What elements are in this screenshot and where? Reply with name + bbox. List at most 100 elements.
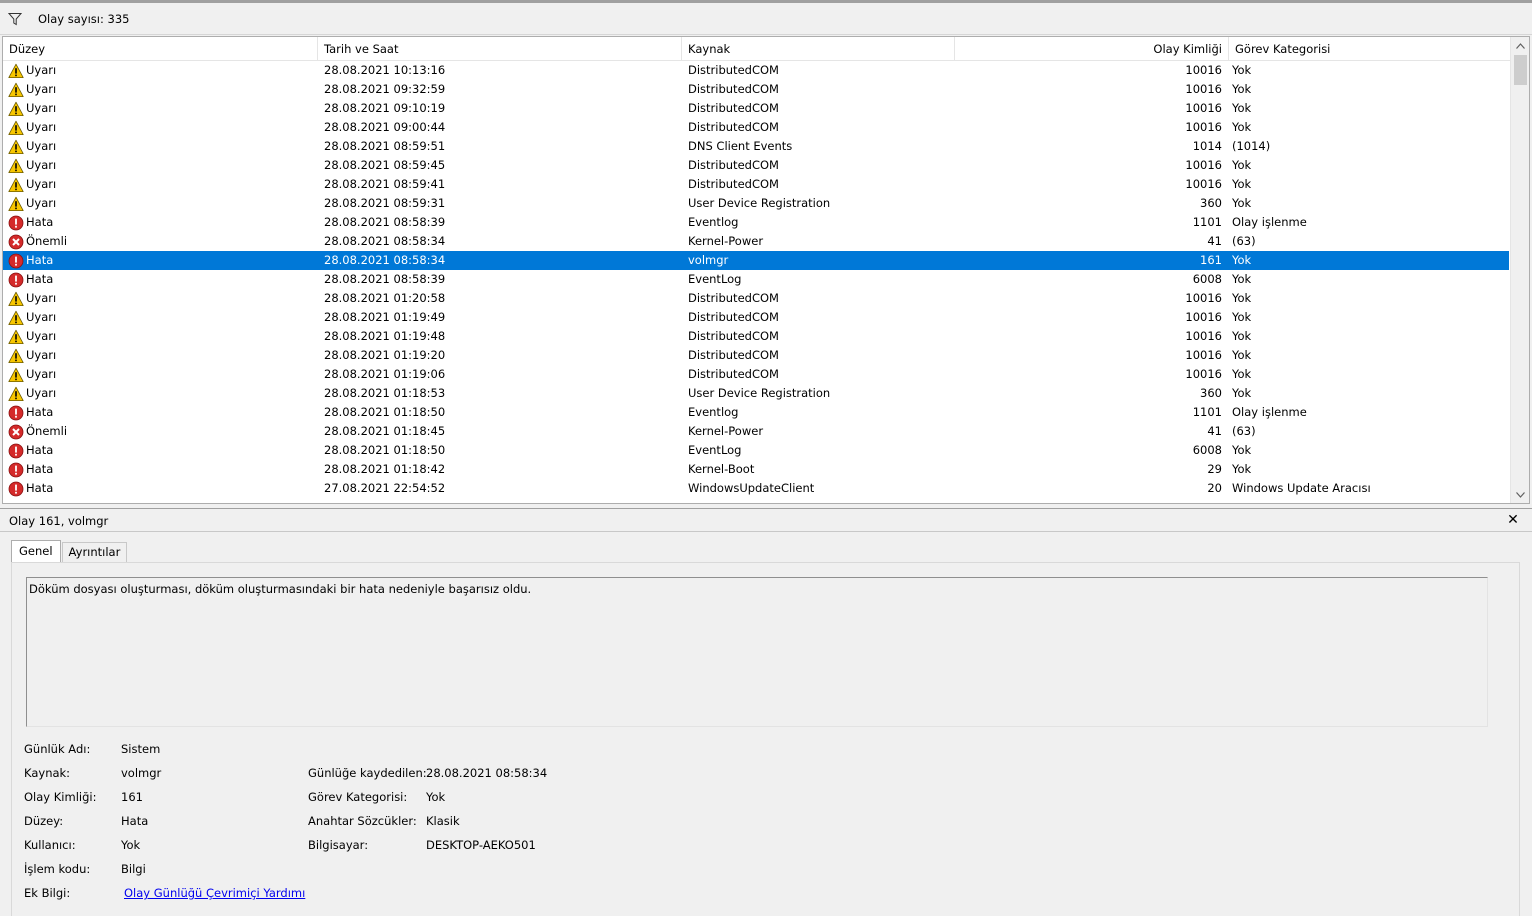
row-level-text: Uyarı [26,386,57,400]
warning-icon [8,310,24,326]
row-source: DistributedCOM [688,63,779,77]
critical-icon [8,234,24,250]
row-date: 28.08.2021 01:18:50 [324,443,446,457]
row-event-id: 29 [1207,462,1222,476]
row-date: 28.08.2021 08:58:34 [324,234,446,248]
row-task-category: Yok [1232,158,1252,172]
table-row[interactable]: Hata 28.08.2021 01:18:42 Kernel-Boot 29 Yok [3,460,1509,479]
row-date: 28.08.2021 01:19:20 [324,348,446,362]
table-row[interactable]: Hata 28.08.2021 08:58:39 EventLog 6008 Yok [3,270,1509,289]
tab-general[interactable]: Genel [11,540,61,563]
table-row[interactable]: Uyarı 28.08.2021 01:19:49 DistributedCOM 10… [3,308,1509,327]
row-date: 28.08.2021 01:19:49 [324,310,446,324]
row-source: Eventlog [688,405,739,419]
row-source: volmgr [688,253,729,267]
scrollbar-thumb[interactable] [1514,55,1527,85]
row-task-category: Yok [1232,291,1252,305]
column-header-date[interactable]: Tarih ve Saat [318,37,682,61]
row-level-text: Hata [26,443,54,457]
online-help-link[interactable]: Olay Günlüğü Çevrimiçi Yardımı [124,886,305,900]
source-label: Kaynak: [24,766,71,780]
table-row[interactable]: Uyarı 28.08.2021 01:20:58 DistributedCOM 10… [3,289,1509,308]
logged-value: 28.08.2021 08:58:34 [426,766,548,780]
table-row[interactable]: Uyarı 28.08.2021 08:59:31 User Device Regi… [3,194,1509,213]
table-row[interactable]: Uyarı 28.08.2021 08:59:45 DistributedCOM 10… [3,156,1509,175]
row-level-text: Hata [26,462,54,476]
row-task-category: Yok [1232,82,1252,96]
row-source: Eventlog [688,215,739,229]
events-grid[interactable]: Düzey Tarih ve Saat Kaynak Olay Kimliği … [2,36,1530,504]
row-source: DistributedCOM [688,158,779,172]
table-row[interactable]: Hata 27.08.2021 22:54:52 WindowsUpdateClie… [3,479,1509,498]
pane-splitter[interactable] [0,504,1532,509]
row-source: DistributedCOM [688,82,779,96]
scroll-up-icon[interactable] [1511,37,1529,54]
tab-details[interactable]: Ayrıntılar [61,542,128,562]
table-row[interactable]: Uyarı 28.08.2021 01:19:20 DistributedCOM 10… [3,346,1509,365]
computer-value: DESKTOP-AEKO501 [426,838,536,852]
table-row[interactable]: Uyarı 28.08.2021 09:00:44 DistributedCOM 10… [3,118,1509,137]
table-row[interactable]: Uyarı 28.08.2021 09:32:59 DistributedCOM 10… [3,80,1509,99]
level-value: Hata [121,814,149,828]
event-description-box[interactable]: Döküm dosyası oluşturması, döküm oluştur… [26,577,1488,727]
table-row[interactable]: Hata 28.08.2021 01:18:50 EventLog 6008 Yok [3,441,1509,460]
table-row[interactable]: Uyarı 28.08.2021 10:13:16 DistributedCOM 10… [3,61,1509,80]
table-row[interactable]: Uyarı 28.08.2021 01:18:53 User Device Regi… [3,384,1509,403]
row-event-id: 10016 [1185,101,1222,115]
row-level: Uyarı [3,346,318,365]
table-row[interactable]: Önemli 28.08.2021 08:58:34 Kernel-Power 41 (… [3,232,1509,251]
table-row[interactable]: Uyarı 28.08.2021 01:19:06 DistributedCOM 10… [3,365,1509,384]
row-source: EventLog [688,443,742,457]
event-id-value: 161 [121,790,143,804]
column-header-source[interactable]: Kaynak [682,37,955,61]
row-event-id: 6008 [1192,443,1222,457]
row-level-text: Uyarı [26,158,57,172]
table-row[interactable]: Uyarı 28.08.2021 01:19:48 DistributedCOM 10… [3,327,1509,346]
error-icon [8,462,24,478]
row-level: Hata [3,213,318,232]
table-row[interactable]: Hata 28.08.2021 01:18:50 Eventlog 1101 Olay … [3,403,1509,422]
scroll-down-icon[interactable] [1511,486,1529,503]
row-level-text: Uyarı [26,291,57,305]
table-row[interactable]: Uyarı 28.08.2021 08:59:51 DNS Client Event… [3,137,1509,156]
row-date: 28.08.2021 08:59:45 [324,158,446,172]
close-icon[interactable]: ✕ [1506,512,1520,528]
row-task-category: Yok [1232,462,1252,476]
table-row[interactable]: Uyarı 28.08.2021 08:59:41 DistributedCOM 10… [3,175,1509,194]
row-task-category: Yok [1232,63,1252,77]
row-task-category: Yok [1232,272,1252,286]
row-level-text: Önemli [26,234,68,248]
row-date: 28.08.2021 01:20:58 [324,291,446,305]
row-date: 28.08.2021 01:18:42 [324,462,446,476]
row-source: DistributedCOM [688,367,779,381]
row-task-category: Yok [1232,177,1252,191]
column-header-event-id[interactable]: Olay Kimliği [955,37,1229,61]
detail-title: Olay 161, volmgr [9,513,109,528]
filter-funnel-icon[interactable] [7,11,23,27]
column-header-level[interactable]: Düzey [3,37,318,61]
column-header-task-category[interactable]: Görev Kategorisi [1229,37,1510,61]
row-level-text: Hata [26,481,54,495]
row-event-id: 10016 [1185,120,1222,134]
table-row[interactable]: Hata 28.08.2021 08:58:39 Eventlog 1101 Olay … [3,213,1509,232]
row-level: Uyarı [3,175,318,194]
opcode-value: Bilgi [121,862,146,876]
row-task-category: Yok [1232,386,1252,400]
row-task-category: Yok [1232,253,1252,267]
row-level: Uyarı [3,194,318,213]
row-date: 28.08.2021 01:18:50 [324,405,446,419]
table-row[interactable]: Önemli 28.08.2021 01:18:45 Kernel-Power 41 (… [3,422,1509,441]
error-icon [8,405,24,421]
error-icon [8,272,24,288]
row-date: 28.08.2021 09:00:44 [324,120,446,134]
row-source: DNS Client Events [688,139,793,153]
table-row-selected[interactable]: Hata 28.08.2021 08:58:34 volmgr 161 Yok [3,251,1509,270]
warning-icon [8,158,24,174]
log-name-label: Günlük Adı: [24,742,91,756]
table-row[interactable]: Uyarı 28.08.2021 09:10:19 DistributedCOM 10… [3,99,1509,118]
row-event-id: 1101 [1192,405,1222,419]
row-source: DistributedCOM [688,291,779,305]
event-rows: Uyarı 28.08.2021 10:13:16 DistributedCOM 10… [3,61,1509,498]
vertical-scrollbar[interactable] [1510,37,1529,503]
row-level-text: Uyarı [26,367,57,381]
